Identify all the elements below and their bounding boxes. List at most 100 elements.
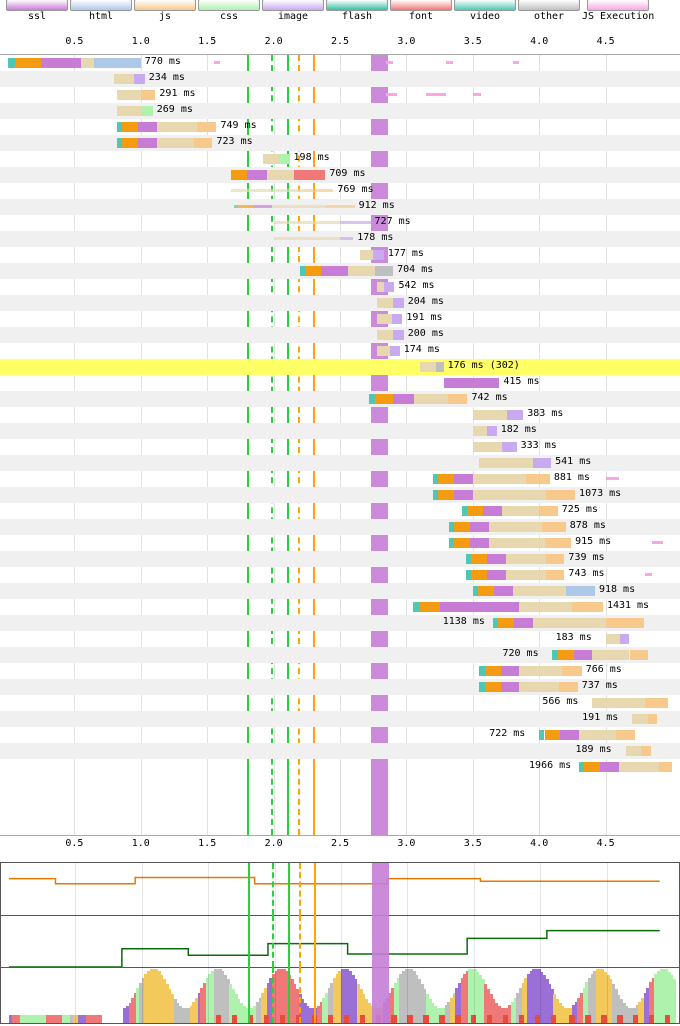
segment-img (340, 221, 371, 224)
axis-tick: 2.5 (331, 36, 349, 47)
axis-tick: 3.5 (464, 36, 482, 47)
waterfall-row[interactable]: 720 ms (0, 647, 680, 663)
waterfall-row[interactable]: 541 ms (0, 455, 680, 471)
axis-bottom: 0.51.01.52.02.53.03.54.04.5 (0, 838, 680, 852)
row-duration-label: 333 ms (521, 440, 557, 451)
segment-ssl (487, 570, 506, 580)
segment-wait (377, 346, 390, 356)
segment-wait (157, 122, 197, 132)
waterfall-row[interactable]: 723 ms (0, 135, 680, 151)
segment-img (487, 426, 496, 436)
legend-video: video (454, 0, 516, 22)
row-duration-label: 737 ms (582, 680, 618, 691)
segment-ssl (483, 506, 502, 516)
segment-wait (473, 410, 508, 420)
segment-js (542, 522, 566, 532)
row-duration-label: 291 ms (159, 88, 195, 99)
axis-tick: 0.5 (65, 36, 83, 47)
segment-wait (81, 58, 94, 68)
segment-conn (231, 170, 247, 180)
waterfall-row[interactable]: 566 ms (0, 695, 680, 711)
waterfall-row[interactable]: 769 ms (0, 183, 680, 199)
waterfall-row[interactable]: 383 ms (0, 407, 680, 423)
segment-img (390, 346, 399, 356)
waterfall-row[interactable]: 725 ms (0, 503, 680, 519)
segment-ssl (444, 378, 500, 388)
row-duration-label: 1138 ms (443, 616, 485, 627)
waterfall-row[interactable]: 739 ms (0, 551, 680, 567)
waterfall-row[interactable]: 415 ms (0, 375, 680, 391)
waterfall-row[interactable]: 915 ms (0, 535, 680, 551)
row-duration-label: 198 ms (294, 152, 330, 163)
segment-wait (513, 586, 566, 596)
segment-ssl (494, 586, 513, 596)
waterfall-row[interactable]: 177 ms (0, 247, 680, 263)
segment-html (566, 586, 595, 596)
waterfall-row[interactable]: 174 ms (0, 343, 680, 359)
segment-conn (485, 666, 501, 676)
waterfall-row[interactable]: 200 ms (0, 327, 680, 343)
segment-js (562, 666, 582, 676)
waterfall-row[interactable]: 912 ms (0, 199, 680, 215)
waterfall-row[interactable]: 234 ms (0, 71, 680, 87)
waterfall-row[interactable]: 204 ms (0, 295, 680, 311)
segment-js (648, 714, 657, 724)
waterfall-row[interactable]: 704 ms (0, 263, 680, 279)
waterfall-row[interactable]: 178 ms (0, 231, 680, 247)
segment-js (606, 618, 645, 628)
segment-wait (502, 506, 539, 516)
waterfall-row[interactable]: 766 ms (0, 663, 680, 679)
segment-wait (489, 522, 542, 532)
waterfall-chart: 770 ms 234 ms 291 ms 269 ms749 ms723 ms198 … (0, 54, 680, 836)
row-duration-label: 178 ms (357, 232, 393, 243)
waterfall-row[interactable]: 269 ms (0, 103, 680, 119)
waterfall-row[interactable]: 191 ms (0, 311, 680, 327)
waterfall-row[interactable]: 722 ms (0, 727, 680, 743)
row-duration-label: 770 ms (145, 56, 181, 67)
segment-wait (592, 650, 629, 660)
axis-tick: 1.0 (132, 36, 150, 47)
segment-ssl (138, 122, 157, 132)
segment-wait (157, 138, 194, 148)
segment-ssl (254, 205, 273, 208)
segment-conn (584, 762, 600, 772)
segment-wait (377, 298, 393, 308)
waterfall-row[interactable]: 1431 ms (0, 599, 680, 615)
waterfall-row[interactable]: 291 ms (0, 87, 680, 103)
segment-wait (619, 762, 659, 772)
legend: sslhtmljscssimageflashfontvideootherJS E… (0, 0, 680, 20)
waterfall-row[interactable]: 770 ms (0, 55, 680, 71)
waterfall-row[interactable]: 1073 ms (0, 487, 680, 503)
waterfall-row[interactable]: 918 ms (0, 583, 680, 599)
waterfall-row[interactable]: 878 ms (0, 519, 680, 535)
segment-img (384, 282, 395, 292)
waterfall-row[interactable]: 542 ms (0, 279, 680, 295)
waterfall-row[interactable]: 737 ms (0, 679, 680, 695)
segment-conn (454, 522, 470, 532)
cpu-panel (1, 863, 679, 916)
waterfall-row[interactable]: 333 ms (0, 439, 680, 455)
waterfall-row[interactable]: 183 ms (0, 631, 680, 647)
waterfall-row[interactable]: 742 ms (0, 391, 680, 407)
waterfall-row[interactable]: 191 ms (0, 711, 680, 727)
row-duration-label: 234 ms (149, 72, 185, 83)
segment-wait (473, 474, 526, 484)
waterfall-row[interactable]: 182 ms (0, 423, 680, 439)
waterfall-row[interactable]: 1138 ms (0, 615, 680, 631)
row-duration-label: 878 ms (570, 520, 606, 531)
waterfall-row[interactable]: 1966 ms (0, 759, 680, 775)
segment-ssl (321, 266, 348, 276)
waterfall-row[interactable]: 727 ms (0, 215, 680, 231)
waterfall-row[interactable]: 189 ms (0, 743, 680, 759)
segment-wait (533, 618, 606, 628)
waterfall-row[interactable]: 176 ms (302) (0, 359, 680, 375)
waterfall-row[interactable]: 709 ms (0, 167, 680, 183)
waterfall-row[interactable]: 749 ms (0, 119, 680, 135)
waterfall-row[interactable]: 881 ms (0, 471, 680, 487)
axis-tick: 4.5 (597, 838, 615, 849)
waterfall-row[interactable]: 198 ms (0, 151, 680, 167)
segment-img (373, 250, 384, 260)
segment-wait (519, 682, 559, 692)
axis-tick: 3.0 (397, 36, 415, 47)
waterfall-row[interactable]: 743 ms (0, 567, 680, 583)
